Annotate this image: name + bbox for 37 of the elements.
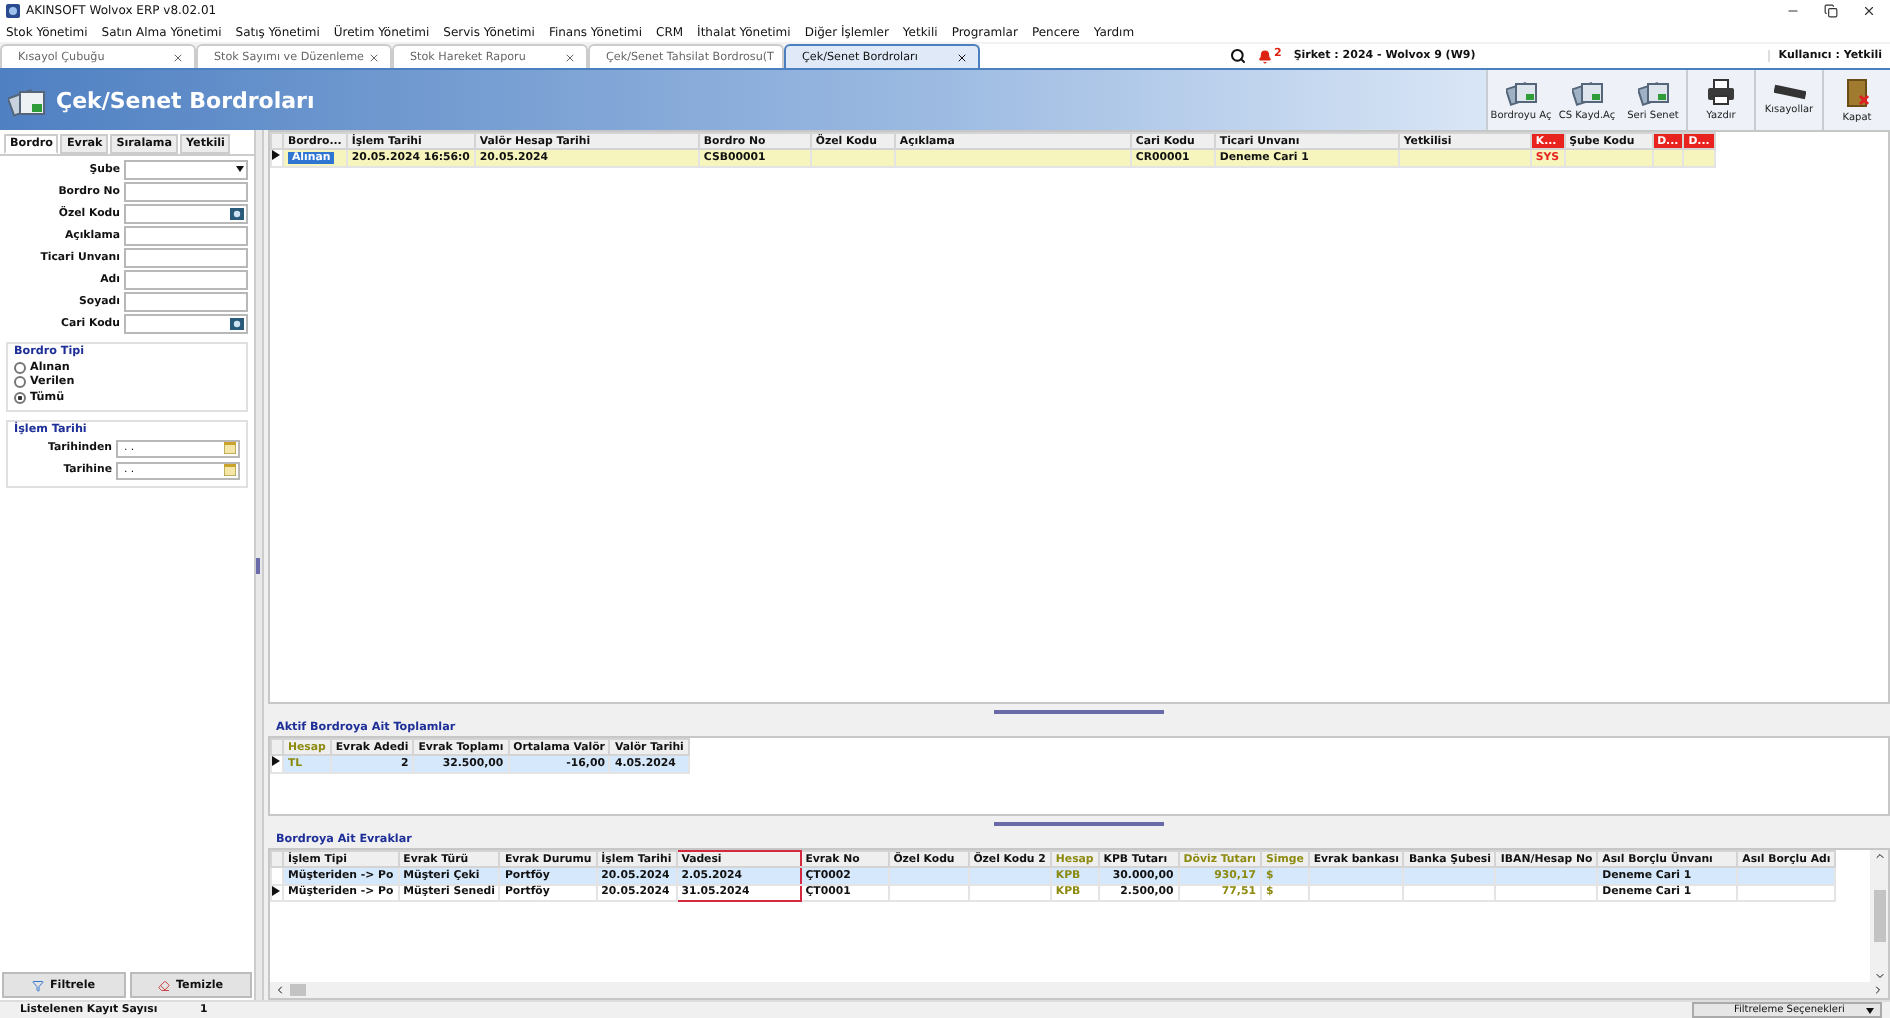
bell-icon[interactable] bbox=[1258, 49, 1272, 63]
radio-button[interactable] bbox=[14, 391, 26, 403]
minimize-icon[interactable] bbox=[1786, 4, 1800, 18]
input-field[interactable] bbox=[124, 270, 248, 289]
lookup-icon[interactable] bbox=[230, 317, 244, 330]
lookup-icon[interactable] bbox=[230, 207, 244, 220]
radio-button[interactable] bbox=[14, 361, 26, 373]
input-field[interactable] bbox=[124, 204, 248, 223]
input-field[interactable] bbox=[124, 314, 248, 333]
page-title: Çek/Senet Bordroları bbox=[56, 87, 317, 113]
door-icon bbox=[1845, 77, 1869, 107]
radio-button[interactable] bbox=[14, 376, 26, 388]
calendar-icon[interactable] bbox=[224, 442, 236, 455]
documents-icon bbox=[1637, 78, 1669, 106]
scrollbar-thumb[interactable] bbox=[290, 984, 306, 996]
input-field[interactable] bbox=[124, 292, 248, 311]
restore-icon[interactable] bbox=[1824, 4, 1838, 18]
input-field[interactable] bbox=[124, 248, 248, 267]
calendar-icon[interactable] bbox=[224, 464, 236, 477]
close-icon[interactable] bbox=[956, 51, 968, 63]
dropdown-field[interactable] bbox=[124, 160, 248, 179]
scrollbar-thumb[interactable] bbox=[1873, 890, 1885, 942]
documents-icon bbox=[1505, 78, 1537, 106]
close-icon[interactable] bbox=[1862, 4, 1876, 18]
filter-icon bbox=[31, 979, 44, 991]
caret-icon bbox=[236, 166, 244, 173]
app-logo-icon bbox=[6, 4, 20, 18]
scrollbar[interactable] bbox=[270, 982, 1888, 998]
input-field[interactable] bbox=[124, 226, 248, 245]
input-field[interactable] bbox=[124, 182, 248, 201]
keyboard-icon bbox=[1773, 84, 1805, 100]
printer-icon bbox=[1706, 78, 1736, 106]
eraser-icon bbox=[157, 979, 170, 991]
documents-icon bbox=[1571, 78, 1603, 106]
caret-icon bbox=[1866, 1007, 1874, 1013]
search-icon[interactable] bbox=[1230, 48, 1246, 64]
scrollbar[interactable] bbox=[1870, 850, 1888, 982]
